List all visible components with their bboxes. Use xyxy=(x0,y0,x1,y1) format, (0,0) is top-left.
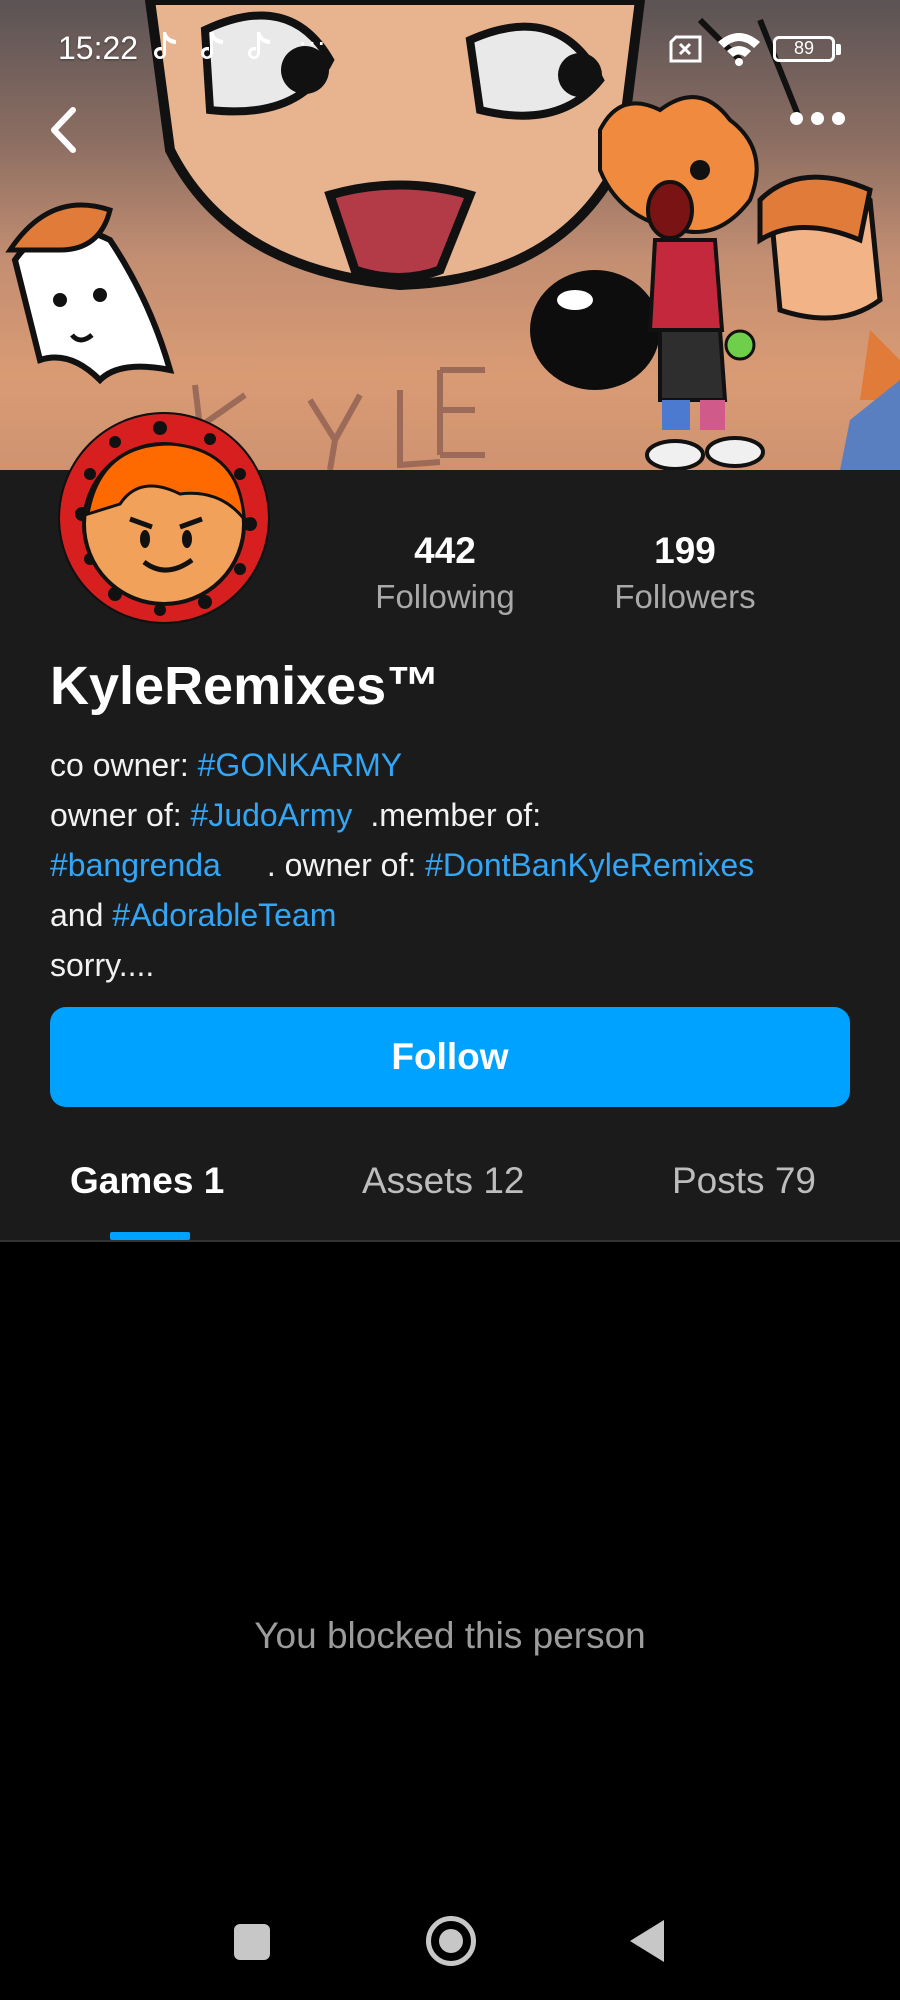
profile-tabs: Games 1 Assets 12 Posts 79 xyxy=(0,1150,900,1240)
followers-stat[interactable]: 199 Followers xyxy=(600,530,770,616)
followers-label: Followers xyxy=(614,578,756,615)
tab-assets[interactable]: Assets 12 xyxy=(362,1160,524,1202)
bio-text: .member of: xyxy=(370,797,542,833)
bio-text: co owner: xyxy=(50,747,198,783)
following-count: 442 xyxy=(414,530,476,571)
more-notifications-icon: ··· xyxy=(298,26,326,57)
active-tab-indicator xyxy=(110,1232,190,1240)
status-bar: 15:22 ··· 89 xyxy=(0,0,900,100)
bio-line: #bangrenda . owner of: #DontBanKyleRemixe… xyxy=(50,840,870,890)
hashtag-link[interactable]: #AdorableTeam xyxy=(112,897,336,933)
bio-text: . owner of: xyxy=(266,847,426,883)
battery-cap xyxy=(836,44,841,55)
blocked-message: You blocked this person xyxy=(254,1615,646,1656)
sim-error-icon xyxy=(669,35,702,63)
tiktok-icon xyxy=(154,32,176,59)
bio-line: co owner: #GONKARMY xyxy=(50,740,870,790)
hashtag-link[interactable]: #DontBanKyleRemixes xyxy=(425,847,754,883)
avatar-image xyxy=(60,414,268,622)
bio-line: and #AdorableTeam xyxy=(50,890,870,940)
hashtag-link[interactable]: #JudoArmy xyxy=(191,797,353,833)
nav-back-button[interactable] xyxy=(630,1920,664,1962)
avatar[interactable] xyxy=(58,412,270,624)
following-label: Following xyxy=(375,578,515,615)
bio-line: owner of: #JudoArmy .member of: xyxy=(50,790,870,840)
bio: co owner: #GONKARMY owner of: #JudoArmy.… xyxy=(50,740,870,990)
chevron-left-icon xyxy=(51,107,76,153)
tab-posts[interactable]: Posts 79 xyxy=(672,1160,816,1202)
bio-text: owner of: xyxy=(50,797,191,833)
more-dot xyxy=(790,112,803,125)
battery-icon: 89 xyxy=(773,36,835,62)
more-dot xyxy=(811,112,824,125)
status-time: 15:22 xyxy=(58,30,139,66)
hashtag-link[interactable]: #bangrenda xyxy=(50,847,221,883)
hashtag-link[interactable]: #GONKARMY xyxy=(198,747,402,783)
follow-button[interactable]: Follow xyxy=(50,1007,850,1107)
home-button[interactable] xyxy=(426,1916,476,1966)
more-options-button[interactable] xyxy=(790,112,860,125)
tiktok-icon xyxy=(248,32,270,59)
bio-line: sorry.... xyxy=(50,947,155,983)
divider xyxy=(0,1240,900,1242)
tiktok-icon xyxy=(201,32,223,59)
bio-text: and xyxy=(50,897,113,933)
more-dot xyxy=(832,112,845,125)
tab-games[interactable]: Games 1 xyxy=(70,1160,224,1202)
following-stat[interactable]: 442 Following xyxy=(365,530,525,616)
followers-count: 199 xyxy=(654,530,716,571)
username: KyleRemixes™ xyxy=(50,656,441,716)
back-button[interactable] xyxy=(40,100,90,160)
wifi-icon xyxy=(718,33,760,66)
recent-apps-button[interactable] xyxy=(234,1924,270,1960)
battery-level: 89 xyxy=(793,38,815,58)
